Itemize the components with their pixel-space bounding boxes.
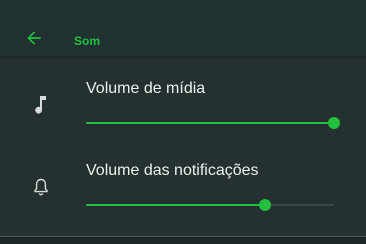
- media-volume-slider[interactable]: [86, 116, 340, 130]
- slider-thumb[interactable]: [328, 117, 340, 129]
- notification-volume-row: Volume das notificações: [0, 148, 366, 228]
- page-title: Som: [74, 34, 101, 48]
- slider-fill: [86, 122, 334, 124]
- bottom-divider: [0, 236, 366, 244]
- media-volume-label: Volume de mídia: [86, 80, 206, 97]
- settings-list: Volume de mídia Volume das notificações: [0, 64, 366, 236]
- notification-volume-slider[interactable]: [86, 198, 334, 212]
- sound-settings-screen: Som Volume de mídia Volume das notificaç…: [0, 0, 366, 244]
- media-volume-row: Volume de mídia: [0, 64, 366, 144]
- slider-fill: [86, 204, 265, 206]
- bell-icon: [30, 176, 52, 198]
- slider-thumb[interactable]: [258, 199, 271, 211]
- music-note-icon: [30, 94, 52, 116]
- arrow-left-icon: [27, 31, 41, 45]
- back-button[interactable]: [22, 26, 46, 50]
- notification-volume-label: Volume das notificações: [86, 162, 259, 179]
- app-bar: Som: [0, 0, 366, 56]
